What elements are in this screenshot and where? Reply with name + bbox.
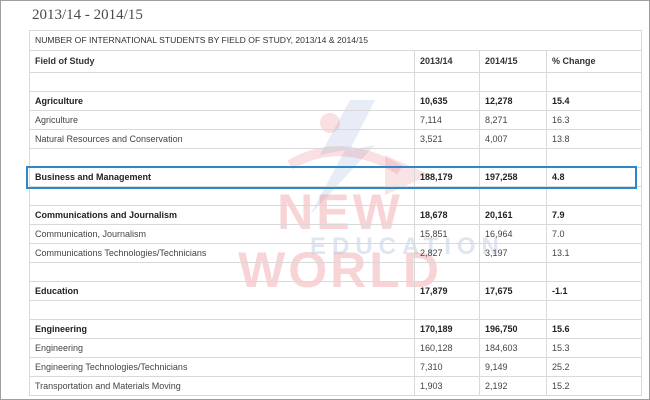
table-row-group: Engineering 170,189 196,750 15.6 bbox=[29, 319, 643, 339]
empty-cell bbox=[414, 72, 480, 92]
change-cell: 15.6 bbox=[545, 319, 643, 339]
table-row: Agriculture 7,114 8,271 16.3 bbox=[29, 110, 643, 130]
field-cell: Agriculture bbox=[29, 91, 415, 111]
empty-cell bbox=[479, 72, 547, 92]
table-row-group: Communications and Journalism 18,678 20,16… bbox=[29, 205, 643, 225]
value-2013-14-cell: 3,521 bbox=[414, 129, 480, 149]
field-cell: Transportation and Materials Moving bbox=[29, 376, 415, 396]
value-2014-15-cell: 2,192 bbox=[479, 376, 547, 396]
value-2014-15-cell: 8,271 bbox=[479, 110, 547, 130]
change-cell: 15.3 bbox=[545, 338, 643, 358]
value-2014-15-cell: 12,278 bbox=[479, 91, 547, 111]
table-title: NUMBER OF INTERNATIONAL STUDENTS BY FIEL… bbox=[28, 30, 643, 51]
table-row: Engineering Technologies/Technicians 7,31… bbox=[29, 357, 643, 377]
empty-cell bbox=[479, 300, 547, 320]
table-row-group: Agriculture 10,635 12,278 15.4 bbox=[29, 91, 643, 111]
empty-cell bbox=[545, 186, 643, 206]
field-cell: Engineering bbox=[29, 319, 415, 339]
table-row: Natural Resources and Conservation 3,521 4… bbox=[29, 129, 643, 149]
empty-cell bbox=[29, 72, 415, 92]
value-2013-14-cell: 2,827 bbox=[414, 243, 480, 263]
value-2013-14-cell: 17,879 bbox=[414, 281, 480, 301]
value-2014-15-cell: 196,750 bbox=[479, 319, 547, 339]
value-2014-15-cell: 17,675 bbox=[479, 281, 547, 301]
value-2013-14-cell: 1,903 bbox=[414, 376, 480, 396]
empty-cell bbox=[414, 300, 480, 320]
international-students-table: NUMBER OF INTERNATIONAL STUDENTS BY FIEL… bbox=[28, 30, 643, 396]
spacer-row bbox=[29, 262, 643, 282]
spacer-row bbox=[29, 72, 643, 92]
empty-cell bbox=[414, 186, 480, 206]
change-cell: -1.1 bbox=[545, 281, 643, 301]
table-row-group: Education 17,879 17,675 -1.1 bbox=[29, 281, 643, 301]
field-cell: Agriculture bbox=[29, 110, 415, 130]
field-cell: Engineering Technologies/Technicians bbox=[29, 357, 415, 377]
value-2014-15-cell: 184,603 bbox=[479, 338, 547, 358]
value-2014-15-cell: 9,149 bbox=[479, 357, 547, 377]
value-2014-15-cell: 3,197 bbox=[479, 243, 547, 263]
table-row: Engineering 160,128 184,603 15.3 bbox=[29, 338, 643, 358]
empty-cell bbox=[545, 72, 643, 92]
column-header-field: Field of Study bbox=[29, 50, 415, 73]
field-cell: Engineering bbox=[29, 338, 415, 358]
empty-cell bbox=[414, 262, 480, 282]
change-cell: 7.9 bbox=[545, 205, 643, 225]
column-header-change: % Change bbox=[545, 50, 643, 73]
change-cell: 13.1 bbox=[545, 243, 643, 263]
value-2013-14-cell: 7,310 bbox=[414, 357, 480, 377]
empty-cell bbox=[29, 300, 415, 320]
value-2013-14-cell: 160,128 bbox=[414, 338, 480, 358]
table-row: Transportation and Materials Moving 1,903… bbox=[29, 376, 643, 396]
change-cell: 25.2 bbox=[545, 357, 643, 377]
field-cell: Natural Resources and Conservation bbox=[29, 129, 415, 149]
table-row: Communication, Journalism 15,851 16,964 7.0 bbox=[29, 224, 643, 244]
column-header-2014-15: 2014/15 bbox=[479, 50, 547, 73]
highlight-box bbox=[26, 165, 637, 189]
table-header-row: Field of Study 2013/14 2014/15 % Change bbox=[29, 50, 643, 73]
table-title-row: NUMBER OF INTERNATIONAL STUDENTS BY FIEL… bbox=[28, 30, 643, 51]
value-2013-14-cell: 10,635 bbox=[414, 91, 480, 111]
empty-cell bbox=[29, 186, 415, 206]
change-cell: 16.3 bbox=[545, 110, 643, 130]
column-header-2013-14: 2013/14 bbox=[414, 50, 480, 73]
value-2014-15-cell: 4,007 bbox=[479, 129, 547, 149]
value-2013-14-cell: 7,114 bbox=[414, 110, 480, 130]
value-2013-14-cell: 170,189 bbox=[414, 319, 480, 339]
spacer-row bbox=[29, 186, 643, 206]
change-cell: 15.2 bbox=[545, 376, 643, 396]
spacer-row bbox=[29, 300, 643, 320]
field-cell: Communication, Journalism bbox=[29, 224, 415, 244]
value-2013-14-cell: 15,851 bbox=[414, 224, 480, 244]
field-cell: Education bbox=[29, 281, 415, 301]
change-cell: 15.4 bbox=[545, 91, 643, 111]
empty-cell bbox=[545, 262, 643, 282]
empty-cell bbox=[479, 262, 547, 282]
value-2013-14-cell: 18,678 bbox=[414, 205, 480, 225]
empty-cell bbox=[29, 262, 415, 282]
change-cell: 7.0 bbox=[545, 224, 643, 244]
page-heading: 2013/14 - 2014/15 bbox=[32, 7, 143, 23]
value-2014-15-cell: 20,161 bbox=[479, 205, 547, 225]
value-2014-15-cell: 16,964 bbox=[479, 224, 547, 244]
empty-cell bbox=[545, 300, 643, 320]
empty-cell bbox=[479, 186, 547, 206]
table-row: Communications Technologies/Technicians 2… bbox=[29, 243, 643, 263]
field-cell: Communications Technologies/Technicians bbox=[29, 243, 415, 263]
field-cell: Communications and Journalism bbox=[29, 205, 415, 225]
change-cell: 13.8 bbox=[545, 129, 643, 149]
